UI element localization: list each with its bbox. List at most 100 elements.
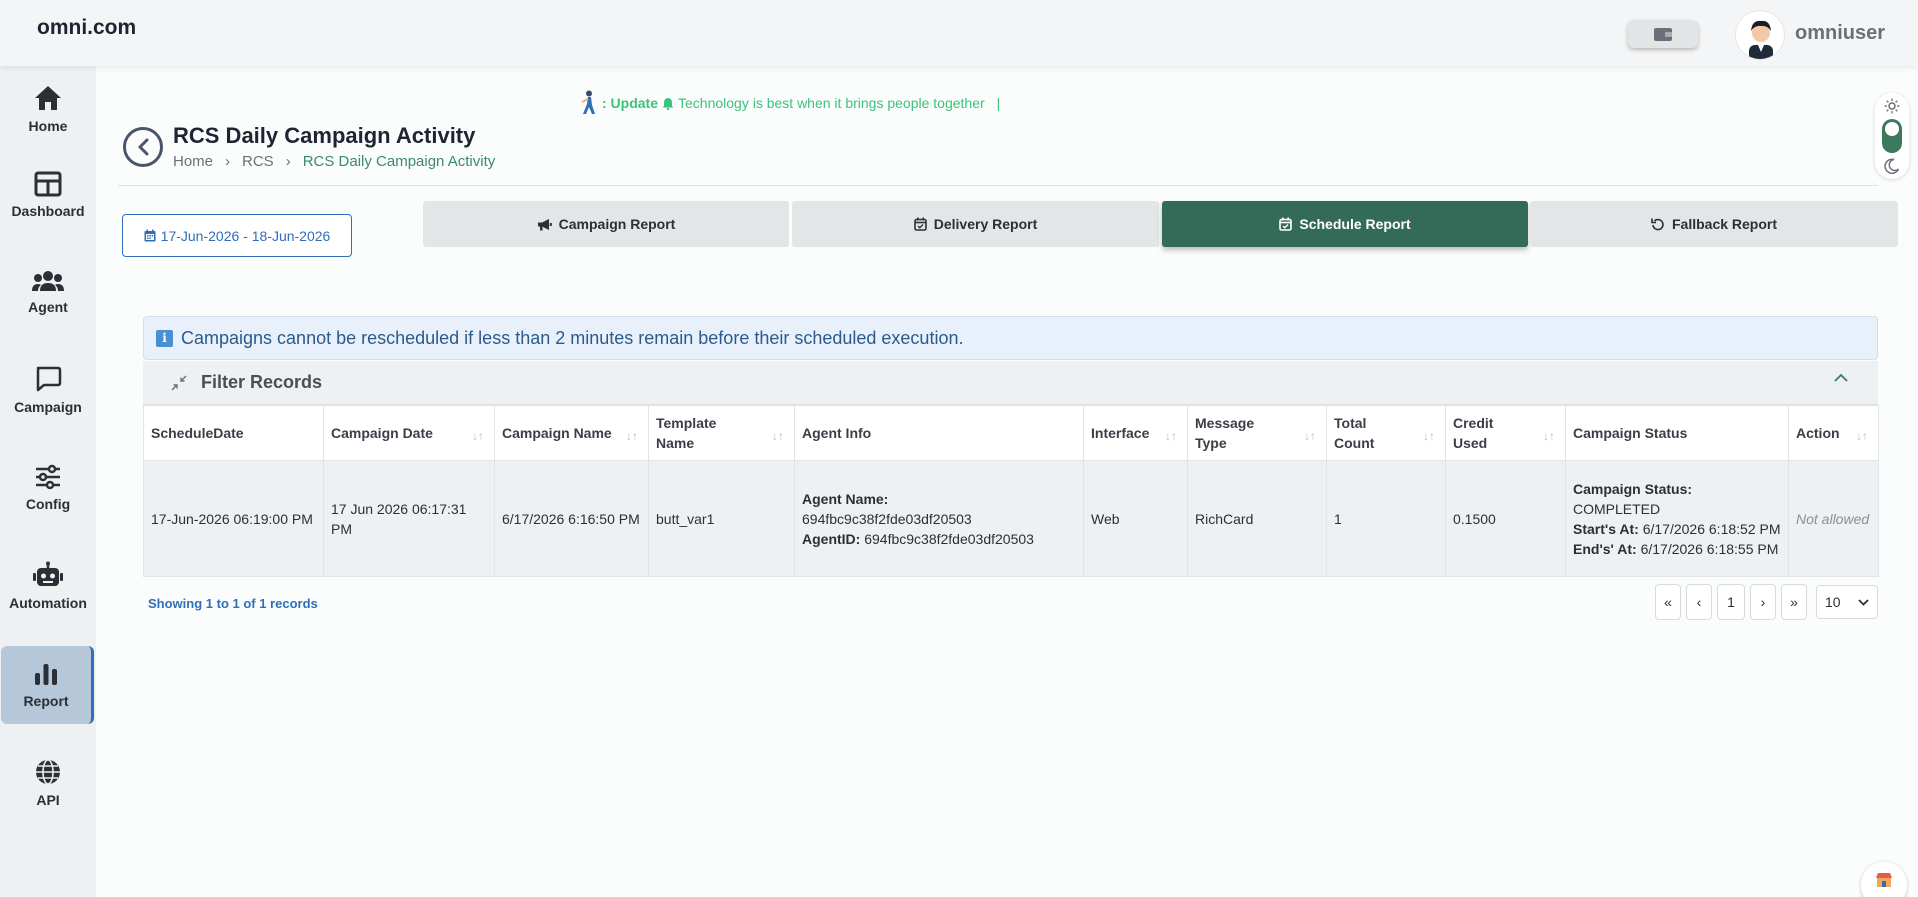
column-header-template-name[interactable]: Template Name ↓↑ [648, 405, 795, 461]
sidebar-item-report[interactable]: Report [1, 646, 94, 724]
cell-schedule-date: 17-Jun-2026 06:19:00 PM [143, 460, 324, 577]
breadcrumb-current: RCS Daily Campaign Activity [302, 153, 496, 170]
table-row: 17-Jun-2026 06:19:00 PM 17 Jun 2026 06:1… [143, 460, 1879, 577]
cell-campaign-date: 17 Jun 2026 06:17:31 PM [323, 460, 495, 577]
date-range-picker[interactable]: 17-Jun-2026 - 18-Jun-2026 [122, 214, 352, 257]
sort-icon: ↓↑ [1304, 429, 1316, 443]
sidebar-item-campaign[interactable]: Campaign [0, 351, 96, 429]
agent-name-label: Agent Name: [802, 490, 889, 507]
header-divider [118, 185, 1878, 186]
info-alert: i Campaigns cannot be rescheduled if les… [143, 316, 1878, 360]
next-page-button[interactable]: › [1750, 584, 1776, 620]
calendar-check-icon [1279, 217, 1293, 231]
start-value: 6/17/2026 6:18:52 PM [1642, 520, 1781, 537]
announcement-prefix: : Update [602, 95, 658, 111]
sort-icon: ↓↑ [1543, 429, 1555, 443]
sidebar-item-label: Config [25, 496, 71, 512]
tab-label: Schedule Report [1299, 216, 1411, 232]
sidebar-item-label: Home [28, 118, 68, 134]
agent-id-value: 694fbc9c38f2fde03df20503 [864, 530, 1034, 547]
first-page-button[interactable]: « [1655, 584, 1681, 620]
page-number-button[interactable]: 1 [1717, 584, 1745, 620]
tab-campaign-report[interactable]: Campaign Report [423, 201, 789, 247]
sort-icon: ↓↑ [1165, 429, 1177, 443]
help-widget-button[interactable] [1861, 862, 1907, 897]
sidebar-item-label: Automation [9, 595, 87, 611]
cell-campaign-status: Campaign Status: COMPLETED Start's At: 6… [1565, 460, 1789, 577]
sidebar-item-automation[interactable]: Automation [0, 547, 96, 625]
agent-id-label: AgentID: [802, 530, 861, 547]
store-icon [1876, 873, 1892, 887]
cell-agent-info: Agent Name: 694fbc9c38f2fde03df20503 Age… [794, 460, 1084, 577]
tab-delivery-report[interactable]: Delivery Report [792, 201, 1159, 247]
megaphone-icon [537, 218, 552, 230]
column-header-action[interactable]: Action ↓↑ [1788, 405, 1879, 461]
table-header-row: ScheduleDate Campaign Date ↓↑ Campaign Na… [143, 405, 1879, 461]
back-button[interactable] [123, 127, 163, 167]
wallet-button[interactable] [1628, 20, 1698, 48]
tab-fallback-report[interactable]: Fallback Report [1530, 201, 1898, 247]
undo-icon [1651, 218, 1664, 231]
toggle-switch[interactable] [1882, 119, 1902, 153]
sidebar-item-agent[interactable]: Agent [0, 253, 96, 331]
announcement-text: Technology is best when it brings people… [678, 95, 985, 111]
start-label: Start's At: [1573, 520, 1639, 537]
status-value: COMPLETED [1573, 500, 1661, 517]
sort-icon: ↓↑ [472, 429, 484, 443]
cell-template-name: butt_var1 [648, 460, 795, 577]
column-header-campaign-date[interactable]: Campaign Date ↓↑ [323, 405, 495, 461]
pagination: « ‹ 1 › » [1655, 584, 1807, 620]
brand-logo[interactable]: omni.com [37, 16, 136, 40]
filter-records-panel[interactable]: Filter Records [143, 361, 1878, 405]
sort-icon: ↓↑ [772, 429, 784, 443]
breadcrumb-home[interactable]: Home [173, 153, 213, 170]
globe-icon [36, 759, 60, 785]
calendar-check-icon [913, 217, 927, 231]
bell-icon [662, 97, 674, 110]
breadcrumb-separator: › [285, 153, 291, 170]
avatar[interactable] [1735, 10, 1785, 60]
column-header-agent-info[interactable]: Agent Info [794, 405, 1084, 461]
column-header-interface[interactable]: Interface ↓↑ [1083, 405, 1188, 461]
cell-interface: Web [1083, 460, 1188, 577]
sort-icon: ↓↑ [1856, 429, 1868, 443]
prev-page-button[interactable]: ‹ [1686, 584, 1712, 620]
column-header-credit-used[interactable]: Credit Used ↓↑ [1445, 405, 1566, 461]
status-label: Campaign Status: [1573, 480, 1693, 497]
dashboard-icon [34, 171, 62, 197]
column-header-total-count[interactable]: Total Count ↓↑ [1326, 405, 1446, 461]
calendar-icon [144, 229, 156, 242]
last-page-button[interactable]: » [1781, 584, 1807, 620]
tab-schedule-report[interactable]: Schedule Report [1162, 201, 1528, 247]
sidebar-item-label: Agent [28, 299, 68, 315]
column-header-campaign-status[interactable]: Campaign Status [1565, 405, 1789, 461]
tab-label: Campaign Report [558, 216, 676, 232]
chevron-up-icon[interactable] [1834, 373, 1848, 383]
cell-action: Not allowed [1788, 460, 1879, 577]
sidebar-item-home[interactable]: Home [0, 70, 96, 148]
page-title: RCS Daily Campaign Activity [173, 123, 476, 148]
column-header-campaign-name[interactable]: Campaign Name ↓↑ [494, 405, 649, 461]
sidebar-item-api[interactable]: API [0, 744, 96, 822]
column-header-message-type[interactable]: Message Type ↓↑ [1187, 405, 1327, 461]
sidebar-item-dashboard[interactable]: Dashboard [0, 156, 96, 234]
breadcrumb: Home › RCS › RCS Daily Campaign Activity [173, 153, 495, 170]
users-icon [32, 271, 64, 291]
wallet-icon [1654, 28, 1672, 41]
sidebar-item-config[interactable]: Config [0, 449, 96, 527]
end-value: 6/17/2026 6:18:55 PM [1640, 540, 1779, 557]
chevron-left-icon [138, 138, 149, 156]
sort-icon: ↓↑ [1423, 429, 1435, 443]
bar-chart-icon [35, 664, 57, 685]
filter-title: Filter Records [201, 372, 323, 392]
sidebar-item-label: API [36, 792, 60, 808]
page-size-select[interactable]: 10 [1816, 585, 1878, 619]
tab-label: Delivery Report [933, 216, 1038, 232]
sidebar-item-label: Dashboard [11, 203, 85, 219]
theme-toggle[interactable] [1875, 93, 1909, 179]
collapse-arrows-icon [171, 375, 187, 390]
breadcrumb-rcs[interactable]: RCS [242, 153, 274, 170]
column-header-schedule-date[interactable]: ScheduleDate [143, 405, 324, 461]
username[interactable]: omniuser [1795, 22, 1885, 45]
alert-text: Campaigns cannot be rescheduled if less … [181, 327, 964, 348]
